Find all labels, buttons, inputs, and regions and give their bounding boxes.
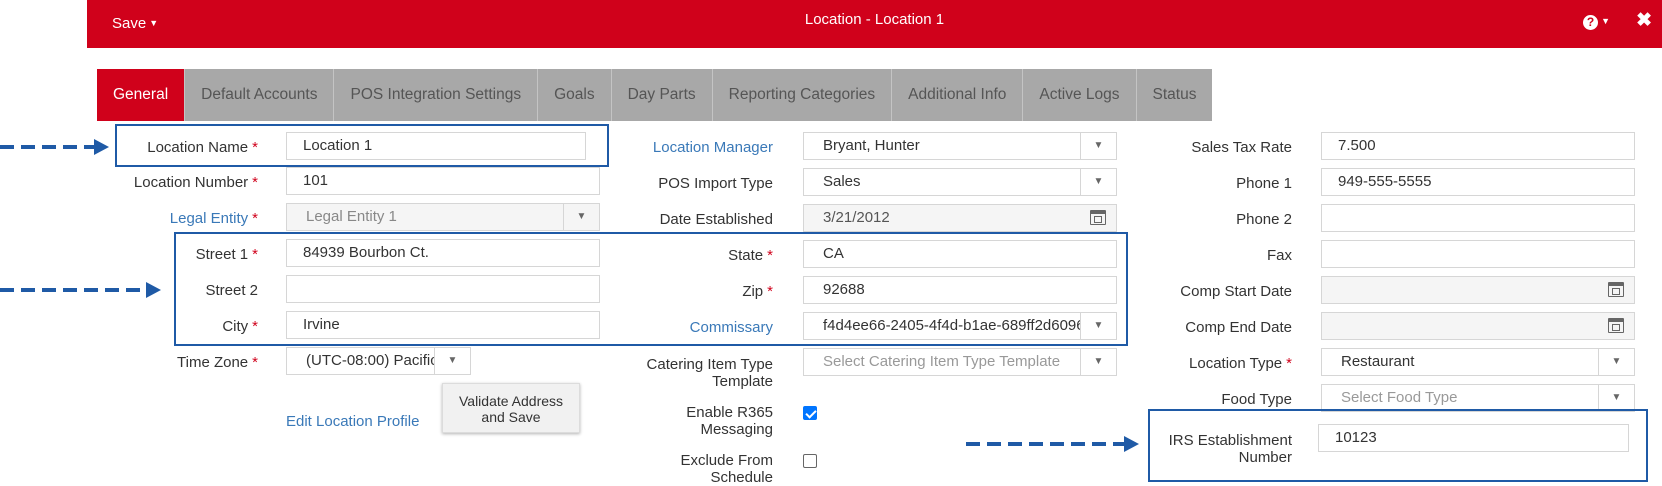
location-manager-value: Bryant, Hunter: [823, 137, 920, 154]
dashed-arrow-icon: [966, 436, 1139, 452]
comp-end-date-input[interactable]: [1321, 312, 1635, 340]
pos-import-type-value: Sales: [823, 173, 861, 190]
time-zone-value: (UTC-08:00) Pacific: [306, 352, 438, 369]
chevron-down-icon: ▼: [1598, 385, 1634, 411]
legal-entity-label[interactable]: Legal Entity *: [170, 210, 258, 227]
phone2-label: Phone 2: [1236, 211, 1292, 228]
fax-label: Fax: [1266, 247, 1292, 264]
calendar-icon[interactable]: [1090, 210, 1106, 225]
chevron-down-icon: ▼: [563, 204, 599, 230]
pos-import-type-select[interactable]: Sales ▼: [803, 168, 1117, 196]
top-bar: Save ▼ Location - Location 1 ? ▼ ✖: [87, 0, 1662, 48]
exclude-from-schedule-label: Exclude From Schedule: [680, 452, 773, 486]
fax-input[interactable]: [1321, 240, 1635, 268]
catering-template-select[interactable]: Select Catering Item Type Template ▼: [803, 348, 1117, 376]
tab-additional-info[interactable]: Additional Info: [892, 69, 1024, 121]
highlight-box-address: [174, 232, 1128, 346]
comp-start-date-label: Comp Start Date: [1180, 283, 1292, 300]
chevron-down-icon: ▼: [1601, 16, 1610, 26]
location-manager-label[interactable]: Location Manager: [653, 139, 773, 156]
question-circle-icon: ?: [1583, 15, 1599, 30]
food-type-select[interactable]: Select Food Type ▼: [1321, 384, 1635, 412]
highlight-box-location-name: [115, 124, 609, 167]
catering-template-placeholder: Select Catering Item Type Template: [823, 353, 1061, 370]
highlight-box-irs-number: [1148, 409, 1648, 482]
phone1-input[interactable]: 949-555-5555: [1321, 168, 1635, 196]
food-type-label: Food Type: [1221, 391, 1292, 408]
validate-address-label: Validate Address and Save: [458, 393, 564, 425]
calendar-icon[interactable]: [1608, 282, 1624, 297]
catering-template-label: Catering Item Type Template: [646, 356, 773, 390]
chevron-down-icon: ▼: [434, 348, 470, 374]
location-type-value: Restaurant: [1341, 353, 1415, 370]
location-type-label: Location Type *: [1189, 355, 1292, 372]
exclude-from-schedule-checkbox[interactable]: [803, 454, 817, 468]
help-menu-button[interactable]: ? ▼: [1583, 13, 1610, 30]
comp-end-date-label: Comp End Date: [1185, 319, 1292, 336]
chevron-down-icon: ▼: [1598, 349, 1634, 375]
tab-reporting-categories[interactable]: Reporting Categories: [713, 69, 893, 121]
tab-bar: General Default Accounts POS Integration…: [97, 69, 1213, 121]
validate-address-button[interactable]: Validate Address and Save: [442, 383, 580, 433]
time-zone-label: Time Zone *: [177, 354, 258, 371]
comp-start-date-input[interactable]: [1321, 276, 1635, 304]
phone2-input[interactable]: [1321, 204, 1635, 232]
sales-tax-rate-label: Sales Tax Rate: [1191, 139, 1292, 156]
location-number-label: Location Number *: [133, 174, 258, 191]
tab-general[interactable]: General: [97, 69, 186, 121]
sales-tax-rate-input[interactable]: 7.500: [1321, 132, 1635, 160]
close-icon[interactable]: ✖: [1636, 9, 1652, 32]
location-type-select[interactable]: Restaurant ▼: [1321, 348, 1635, 376]
page-title: Location - Location 1: [804, 11, 945, 28]
tab-status[interactable]: Status: [1137, 69, 1213, 121]
enable-r365-messaging-checkbox[interactable]: [803, 406, 817, 420]
tab-active-logs[interactable]: Active Logs: [1023, 69, 1137, 121]
legal-entity-value: Legal Entity 1: [306, 208, 397, 225]
calendar-icon[interactable]: [1608, 318, 1624, 333]
date-established-label: Date Established: [659, 211, 773, 228]
time-zone-select[interactable]: (UTC-08:00) Pacific ▼: [286, 347, 471, 375]
tab-pos-integration-settings[interactable]: POS Integration Settings: [334, 69, 539, 121]
chevron-down-icon: ▼: [1080, 133, 1116, 159]
enable-r365-messaging-label: Enable R365 Messaging: [686, 404, 773, 438]
tab-default-accounts[interactable]: Default Accounts: [185, 69, 335, 121]
food-type-placeholder: Select Food Type: [1341, 389, 1458, 406]
pos-import-type-label: POS Import Type: [658, 175, 773, 192]
date-established-input[interactable]: 3/21/2012: [803, 204, 1117, 232]
date-established-value: 3/21/2012: [823, 209, 890, 226]
tab-day-parts[interactable]: Day Parts: [612, 69, 713, 121]
location-number-input[interactable]: 101: [286, 167, 600, 195]
location-manager-select[interactable]: Bryant, Hunter ▼: [803, 132, 1117, 160]
legal-entity-select: Legal Entity 1 ▼: [286, 203, 600, 231]
chevron-down-icon: ▼: [1080, 349, 1116, 375]
tab-goals[interactable]: Goals: [538, 69, 612, 121]
chevron-down-icon: ▼: [1080, 169, 1116, 195]
dashed-arrow-icon: [0, 282, 161, 298]
phone1-label: Phone 1: [1236, 175, 1292, 192]
edit-location-profile-link[interactable]: Edit Location Profile: [286, 413, 419, 430]
dashed-arrow-icon: [0, 139, 109, 155]
